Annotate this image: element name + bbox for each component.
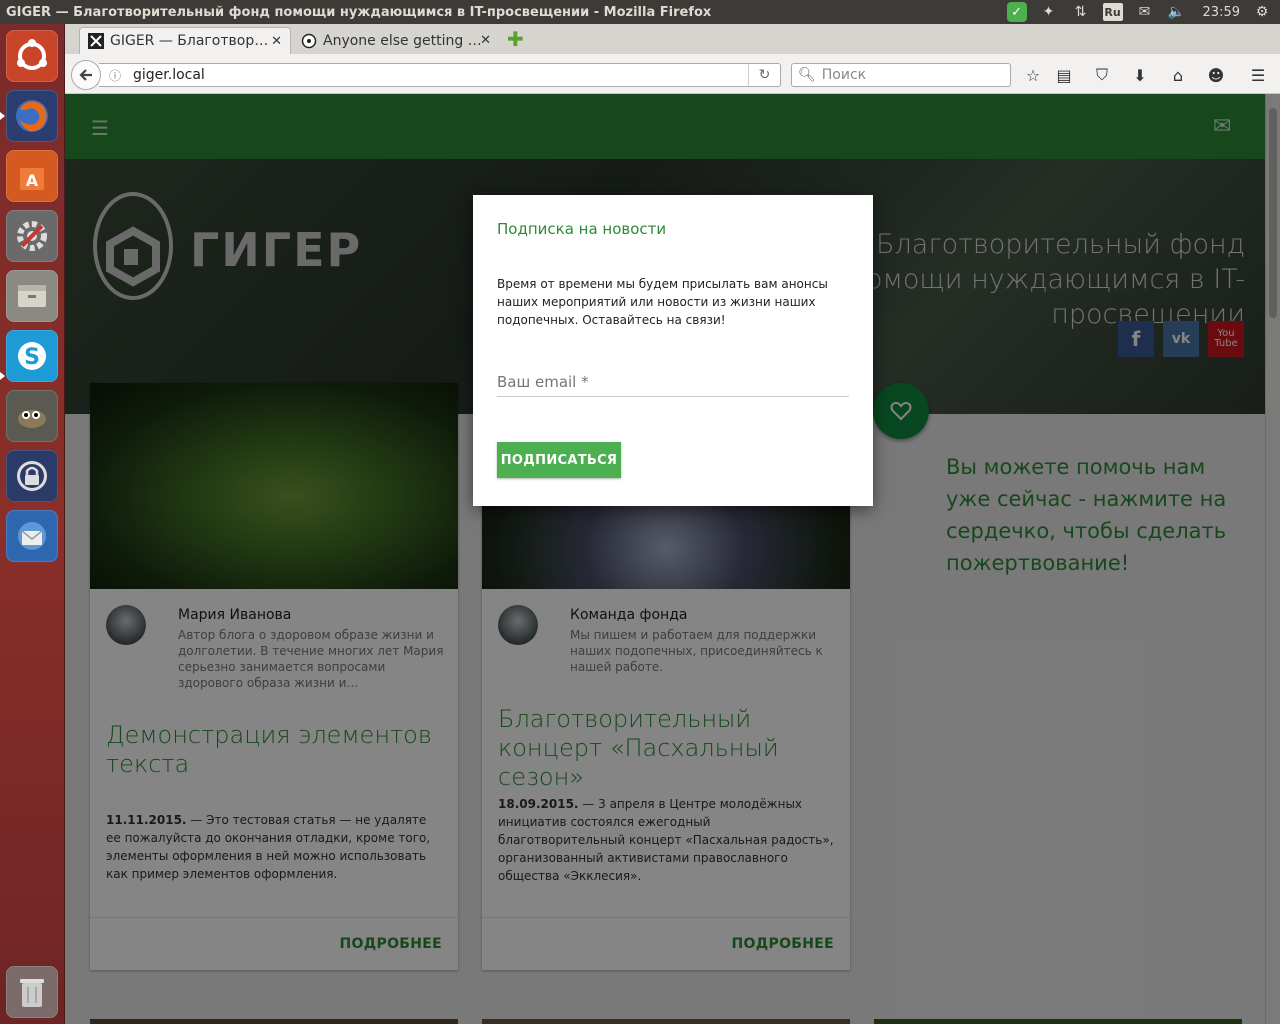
pocket-icon[interactable]: ⛉ (1090, 64, 1114, 86)
volume-icon[interactable]: 🔈 (1167, 2, 1187, 22)
unity-launcher: A S (0, 24, 65, 1024)
active-app-arrow (0, 112, 5, 120)
url-bar[interactable]: ⓘ giger.local ↻ (99, 63, 781, 87)
page-viewport: ☰ ✉ ГИГЕР Благотворительный фонд помощи … (65, 94, 1280, 1024)
subscribe-modal: Подписка на новости Время от времени мы … (473, 195, 873, 506)
tab-anyone-else[interactable]: Anyone else getting … ✕ (293, 27, 499, 54)
ubuntu-dash-icon[interactable] (6, 30, 58, 82)
tab-label: Anyone else getting … (323, 32, 482, 49)
reading-list-icon[interactable]: ▤ (1052, 64, 1076, 86)
window-title: GIGER — Благотворительный фонд помощи ну… (6, 4, 712, 20)
email-field[interactable] (497, 367, 849, 397)
running-app-arrow (0, 372, 5, 380)
navigation-toolbar: ⓘ giger.local ↻ 🔍︎ Поиск ☆ ▤ ⛉ ⬇ ⌂ ☻ ☰ (65, 54, 1280, 94)
giger-favicon-icon (88, 33, 104, 49)
clock[interactable]: 23:59 (1203, 5, 1240, 20)
power-gear-icon[interactable]: ⚙ (1252, 2, 1272, 22)
downloads-icon[interactable]: ⬇ (1128, 64, 1152, 86)
reddit-favicon-icon (301, 33, 317, 49)
modal-title: Подписка на новости (497, 220, 667, 238)
tab-giger[interactable]: GIGER — Благотвор… ✕ (79, 27, 291, 54)
firefox-icon[interactable] (6, 90, 58, 142)
keepassx-lock-icon[interactable] (6, 450, 58, 502)
update-check-icon[interactable]: ✓ (1006, 2, 1027, 22)
system-settings-icon[interactable] (6, 210, 58, 262)
software-center-icon[interactable]: A (6, 150, 58, 202)
file-manager-icon[interactable] (6, 270, 58, 322)
panel-indicators: ✓ ✦ ⇅ Ru ✉ 🔈 23:59 ⚙ (1006, 0, 1272, 24)
url-text[interactable]: giger.local (133, 67, 205, 83)
home-icon[interactable]: ⌂ (1166, 64, 1190, 86)
search-bar[interactable]: 🔍︎ Поиск (791, 63, 1011, 87)
trash-icon[interactable] (6, 966, 58, 1018)
search-placeholder: Поиск (821, 67, 867, 83)
hello-chat-icon[interactable]: ☻ (1204, 64, 1228, 86)
keyboard-layout-indicator[interactable]: Ru (1102, 3, 1123, 21)
firefox-window: GIGER — Благотвор… ✕ Anyone else getting… (65, 24, 1280, 1024)
bookmark-star-icon[interactable]: ☆ (1021, 64, 1045, 86)
svg-text:A: A (26, 171, 39, 190)
new-tab-plus-icon[interactable]: ✚ (507, 29, 525, 49)
thunderbird-icon[interactable] (6, 510, 58, 562)
close-tab-icon[interactable]: ✕ (271, 34, 282, 49)
reload-icon[interactable]: ↻ (748, 64, 780, 86)
tab-bar: GIGER — Благотвор… ✕ Anyone else getting… (65, 24, 1280, 54)
back-button[interactable] (71, 60, 101, 90)
mail-icon[interactable]: ✉ (1135, 2, 1155, 22)
menu-hamburger-icon[interactable]: ☰ (1246, 64, 1270, 86)
network-arrows-icon[interactable]: ⇅ (1071, 2, 1091, 22)
tab-label: GIGER — Благотвор… (110, 33, 269, 49)
skype-icon[interactable]: S (6, 330, 58, 382)
svg-text:S: S (24, 345, 40, 370)
subscribe-button[interactable]: ПОДПИСАТЬСЯ (497, 442, 621, 478)
top-panel: GIGER — Благотворительный фонд помощи ну… (0, 0, 1280, 24)
close-tab-icon[interactable]: ✕ (480, 33, 491, 48)
site-info-icon[interactable]: ⓘ (109, 67, 125, 84)
dropbox-icon[interactable]: ✦ (1039, 2, 1059, 22)
search-icon: 🔍︎ (798, 67, 816, 83)
gimp-icon[interactable] (6, 390, 58, 442)
modal-description: Время от времени мы будем присылать вам … (497, 277, 828, 327)
